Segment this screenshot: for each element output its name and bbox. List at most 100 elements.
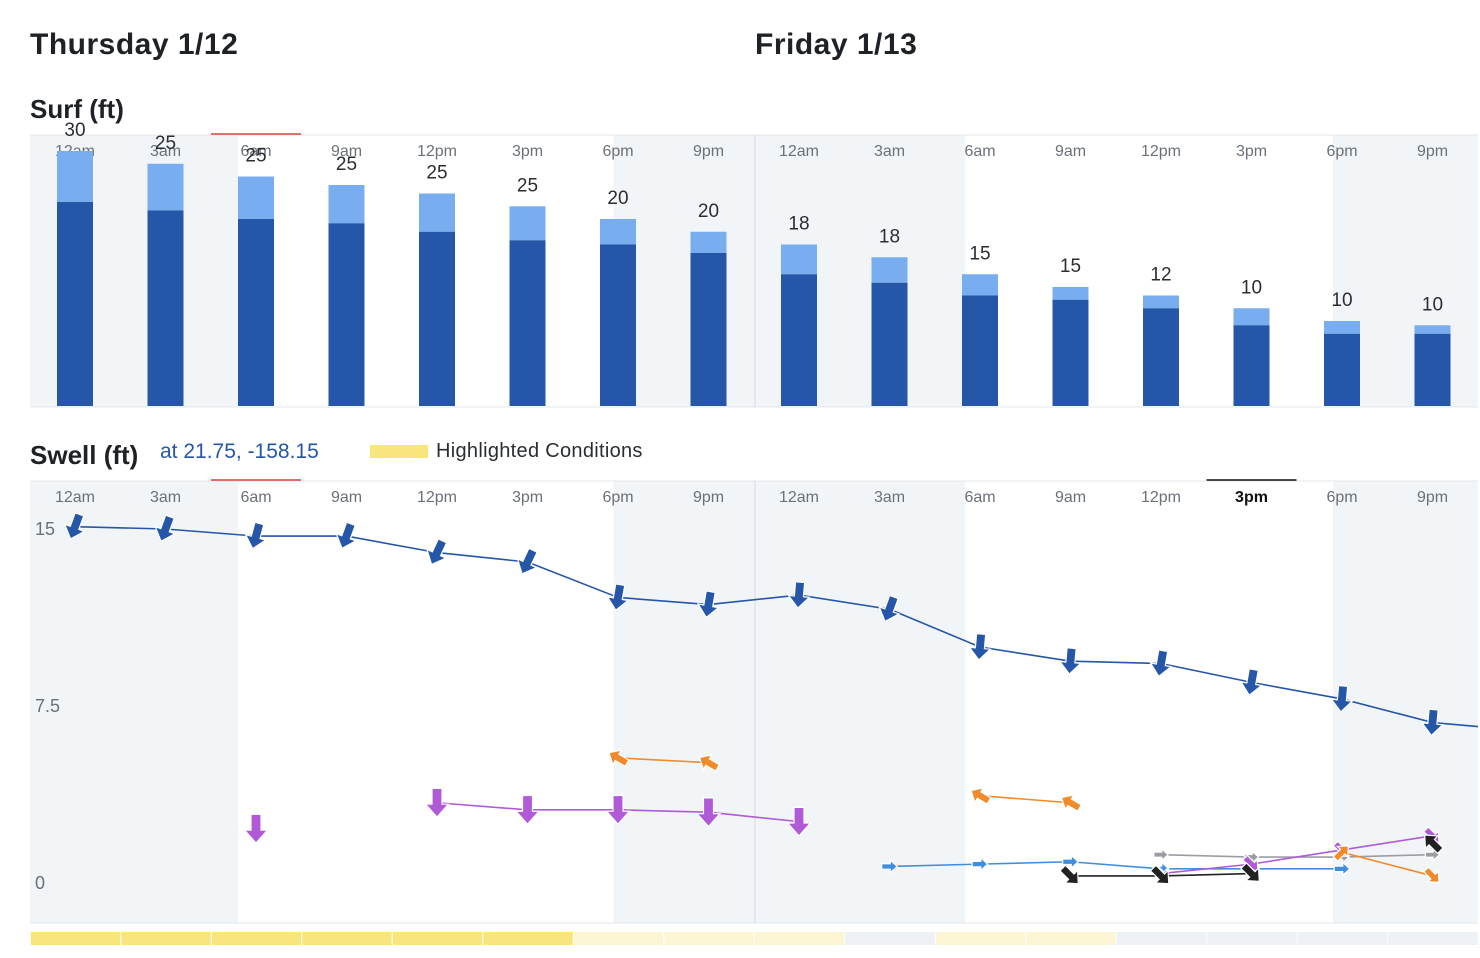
swell-time-label-10[interactable]: 6am: [964, 489, 995, 506]
swell-time-label-4[interactable]: 12pm: [417, 489, 457, 506]
surf-bar-label-6: 20: [607, 188, 628, 209]
highlight-segment-9: [845, 932, 935, 945]
swell-time-label-6[interactable]: 6pm: [602, 489, 633, 506]
swell-time-label-14[interactable]: 6pm: [1326, 489, 1357, 506]
surf-time-label-10[interactable]: 6am: [964, 143, 995, 160]
surf-bar-12: [1143, 308, 1179, 406]
surf-bar-label-8: 18: [788, 214, 809, 235]
swell-time-label-3[interactable]: 9am: [331, 489, 362, 506]
highlight-segment-7: [664, 932, 754, 945]
surf-bar-14: [1324, 333, 1360, 406]
swell-arrow-icon: [971, 856, 989, 872]
swell-series-6-segment: [1160, 872, 1252, 877]
swell-series-0-segment: [1070, 660, 1162, 665]
surf-bar-label-14: 10: [1331, 290, 1352, 311]
surf-bar-top-5: [509, 206, 546, 241]
surf-time-label-14[interactable]: 6pm: [1326, 143, 1357, 160]
surf-bar-label-7: 20: [698, 201, 719, 222]
swell-night-shade: [613, 481, 966, 923]
swell-time-label-15[interactable]: 9pm: [1417, 489, 1448, 506]
highlight-segment-10: [935, 932, 1026, 945]
surf-time-label-8[interactable]: 12am: [779, 143, 819, 160]
surf-time-label-11[interactable]: 9am: [1055, 143, 1086, 160]
surf-bar-5: [509, 240, 546, 406]
surf-bar-1: [147, 210, 184, 406]
highlight-segment-5: [483, 932, 573, 945]
surf-bar-label-0: 30: [64, 120, 85, 141]
surf-bar-top-9: [871, 257, 908, 283]
highlight-segment-8: [754, 932, 845, 945]
highlight-segment-2: [211, 932, 302, 945]
surf-bar-15: [1414, 333, 1451, 406]
highlight-segment-11: [1026, 932, 1116, 945]
surf-bar-9: [871, 282, 908, 406]
surf-bar-top-2: [238, 176, 274, 219]
highlight-segment-3: [302, 932, 392, 945]
surf-bar-top-1: [147, 163, 184, 211]
surf-bar-10: [962, 295, 998, 406]
surf-bar-top-6: [600, 219, 636, 245]
surf-bar-top-10: [962, 274, 998, 296]
surf-bar-7: [690, 253, 727, 406]
highlight-segment-0: [30, 932, 121, 945]
surf-bar-top-12: [1143, 295, 1179, 309]
swell-series-0-segment: [1160, 662, 1252, 684]
surf-bar-top-0: [57, 151, 93, 202]
surf-bar-6: [600, 244, 636, 406]
surf-bar-label-15: 10: [1422, 294, 1443, 315]
surf-bar-top-3: [328, 185, 365, 224]
swell-time-label-11[interactable]: 9am: [1055, 489, 1086, 506]
swell-arrow-icon: [968, 633, 992, 661]
surf-bar-top-14: [1324, 321, 1360, 334]
swell-arrow-icon: [243, 813, 269, 844]
surf-time-label-7[interactable]: 9pm: [693, 143, 724, 160]
surf-bar-label-10: 15: [969, 243, 990, 264]
highlight-segment-13: [1207, 932, 1297, 945]
swell-time-label-9[interactable]: 3am: [874, 489, 905, 506]
swell-time-label-13[interactable]: 3pm: [1235, 489, 1268, 506]
swell-series-4-segment: [1160, 853, 1252, 858]
swell-arrow-icon: [426, 538, 448, 566]
surf-time-label-4[interactable]: 12pm: [417, 143, 457, 160]
swell-time-label-5[interactable]: 3pm: [512, 489, 543, 506]
swell-ytick-1: 7.5: [35, 696, 60, 716]
swell-time-label-2[interactable]: 6am: [240, 489, 271, 506]
swell-series-1-segment: [979, 794, 1071, 804]
highlight-segment-15: [1388, 932, 1478, 945]
swell-arrow-icon: [1149, 649, 1173, 678]
surf-bar-0: [57, 202, 93, 406]
highlight-segment-6: [573, 932, 664, 945]
swell-time-label-1[interactable]: 3am: [150, 489, 181, 506]
swell-series-0-segment: [979, 646, 1071, 662]
highlight-segment-4: [392, 932, 483, 945]
surf-bar-3: [328, 223, 365, 406]
surf-time-label-13[interactable]: 3pm: [1236, 143, 1267, 160]
swell-time-label-0[interactable]: 12am: [55, 489, 95, 506]
surf-bar-label-1: 25: [155, 133, 176, 154]
surf-time-label-15[interactable]: 9pm: [1417, 143, 1448, 160]
swell-series-3-segment: [1070, 860, 1162, 870]
surf-time-label-6[interactable]: 6pm: [602, 143, 633, 160]
surf-bar-2: [238, 219, 274, 406]
forecast-chart: 12am 3am 6am 9am 12pm 3pm 6pm 9pm 12am 3am 6am 9am 1…: [30, 120, 1479, 945]
swell-series-0-segment: [1251, 681, 1343, 700]
swell-series-3-segment: [979, 860, 1071, 865]
surf-time-label-9[interactable]: 3am: [874, 143, 905, 160]
swell-series-0-segment: [436, 551, 528, 563]
surf-time-label-5[interactable]: 3pm: [512, 143, 543, 160]
highlight-segment-14: [1297, 932, 1388, 945]
surf-time-label-12[interactable]: 12pm: [1141, 143, 1181, 160]
swell-arrow-icon: [1239, 668, 1263, 697]
swell-time-label-12[interactable]: 12pm: [1141, 489, 1181, 506]
swell-night-shade: [30, 481, 238, 923]
swell-series-0-segment: [346, 535, 438, 554]
swell-ytick-2: 0: [35, 873, 45, 893]
surf-bar-8: [781, 274, 817, 406]
surf-bar-label-9: 18: [879, 226, 900, 247]
swell-time-label-8[interactable]: 12am: [779, 489, 819, 506]
swell-time-label-7[interactable]: 9pm: [693, 489, 724, 506]
swell-arrow-icon: [516, 547, 538, 575]
surf-bar-13: [1233, 325, 1270, 406]
surf-bar-label-13: 10: [1241, 277, 1262, 298]
swell-arrow-icon: [1153, 847, 1170, 862]
